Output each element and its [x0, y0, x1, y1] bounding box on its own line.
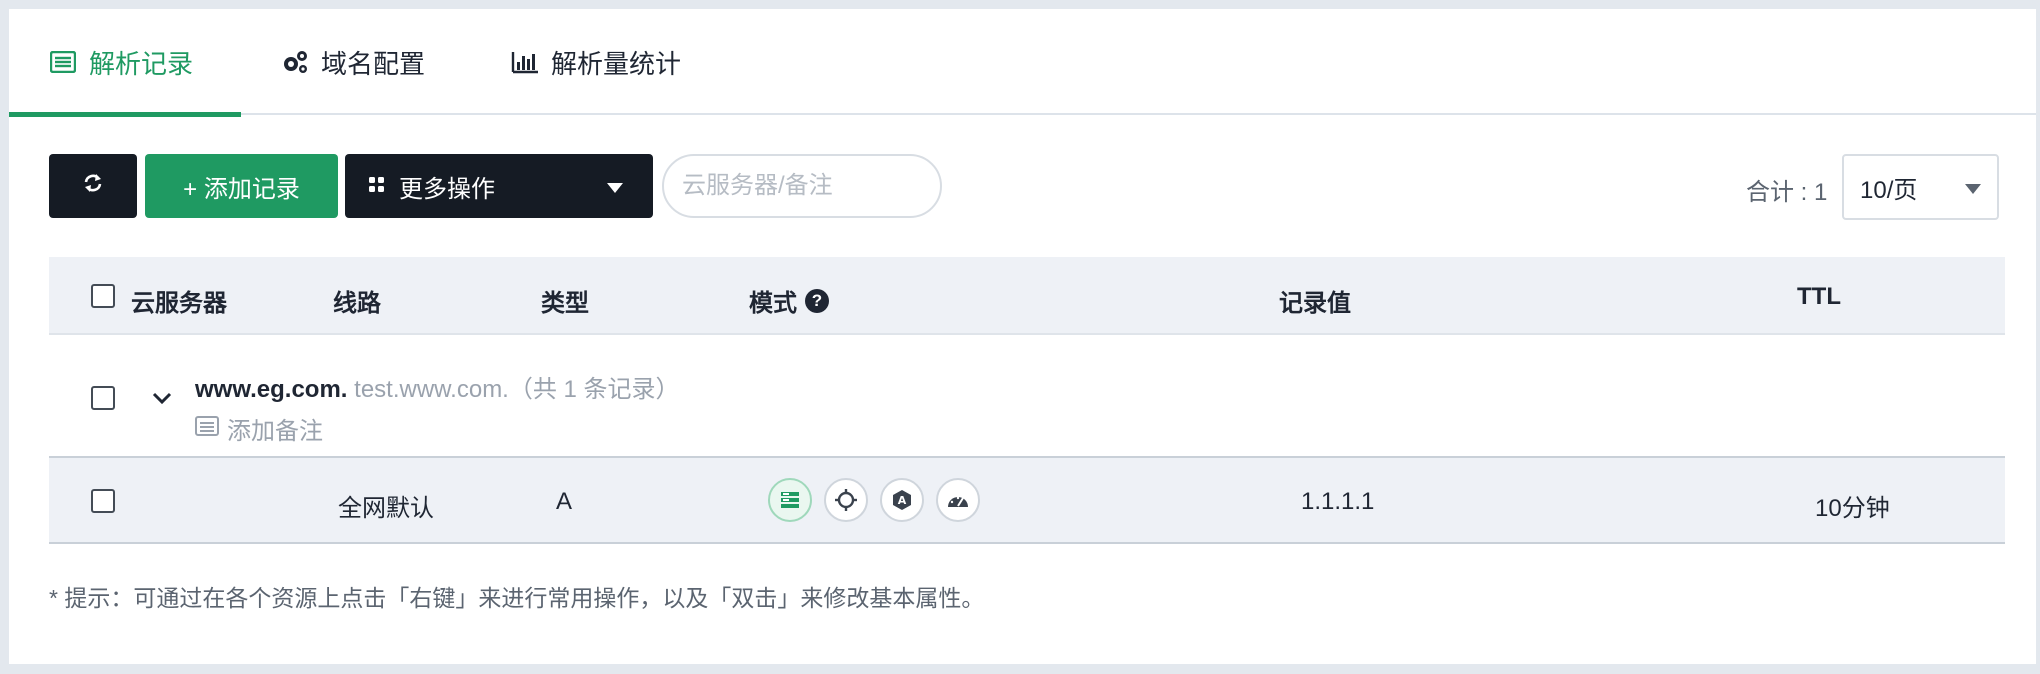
bar-chart-icon	[511, 48, 539, 76]
page-size-value: 10/页	[1860, 176, 1918, 204]
auto-mode-icon[interactable]: A	[880, 478, 924, 522]
cell-line: 全网默认	[338, 495, 434, 522]
gears-icon	[281, 48, 309, 76]
tab-statistics[interactable]: 解析量统计	[511, 9, 681, 115]
refresh-button[interactable]	[49, 154, 137, 218]
column-header-line: 线路	[333, 283, 381, 318]
column-label: 线路	[333, 290, 381, 317]
tab-domain-config[interactable]: 域名配置	[281, 9, 425, 115]
tab-label: 解析量统计	[551, 48, 682, 79]
caret-down-icon	[1965, 173, 1981, 201]
domain-sub-host: test.www.com.	[347, 376, 509, 403]
domain-group-row[interactable]: www.eg.com. test.www.com.（共 1 条记录） 添加备注	[49, 335, 2005, 458]
target-mode-icon[interactable]	[824, 478, 868, 522]
grid-icon	[369, 172, 385, 200]
column-header-mode: 模式 ?	[749, 283, 829, 318]
column-label: 类型	[541, 290, 589, 317]
total-count: 合计 : 1	[1746, 179, 1828, 206]
group-checkbox[interactable]	[91, 386, 115, 410]
chevron-down-icon[interactable]	[151, 391, 175, 415]
more-actions-label: 更多操作	[399, 175, 495, 203]
cell-type: A	[556, 488, 573, 515]
table-row[interactable]: 全网默认 A A 1.1.1.1 10分钟	[49, 458, 2005, 544]
server-mode-icon[interactable]	[768, 478, 812, 522]
refresh-icon	[81, 171, 105, 202]
search-input[interactable]	[662, 154, 942, 218]
column-label: TTL	[1797, 283, 1841, 310]
hint-text: * 提示：可通过在各个资源上点击「右键」来进行常用操作，以及「双击」来修改基本属…	[49, 585, 985, 611]
svg-text:A: A	[898, 494, 907, 507]
column-header-ttl: TTL	[1797, 283, 1841, 311]
domain-title: www.eg.com. test.www.com.（共 1 条记录）	[195, 369, 680, 404]
note-icon	[195, 415, 219, 443]
row-checkbox[interactable]	[91, 489, 115, 513]
tab-label: 解析记录	[89, 48, 194, 79]
list-icon	[49, 48, 77, 76]
tab-records[interactable]: 解析记录	[49, 9, 193, 115]
add-record-button[interactable]: + 添加记录	[145, 154, 338, 218]
column-header-server: 云服务器	[131, 283, 227, 318]
column-label: 云服务器	[131, 290, 227, 317]
more-actions-dropdown[interactable]: 更多操作	[345, 154, 653, 218]
add-record-label: + 添加记录	[183, 175, 300, 203]
help-icon[interactable]: ?	[805, 288, 829, 313]
record-count: （共 1 条记录）	[508, 376, 680, 403]
domain-name: www.eg.com.	[195, 376, 348, 403]
add-note-link[interactable]: 添加备注	[195, 411, 323, 446]
table-header: 云服务器 线路 类型 模式 ? 记录值 TTL	[49, 257, 2005, 335]
speed-mode-icon[interactable]	[936, 478, 980, 522]
tab-bar: 解析记录 域名配置 解析量统计	[9, 9, 2036, 117]
column-header-value: 记录值	[1279, 283, 1351, 318]
caret-down-icon	[607, 172, 623, 200]
active-tab-indicator	[9, 112, 241, 117]
column-header-type: 类型	[541, 283, 589, 318]
column-label: 记录值	[1279, 290, 1351, 317]
page-size-select[interactable]: 10/页	[1842, 154, 1999, 220]
cell-value: 1.1.1.1	[1301, 488, 1375, 515]
select-all-checkbox[interactable]	[91, 284, 115, 308]
cell-ttl: 10分钟	[1815, 495, 1890, 522]
add-note-label: 添加备注	[227, 418, 323, 445]
tab-label: 域名配置	[321, 48, 426, 79]
dns-panel: 解析记录 域名配置 解析量统计 + 添加记录 更多操作 云服务器/备注 合计:…	[9, 9, 2036, 664]
column-label: 模式	[749, 290, 797, 317]
